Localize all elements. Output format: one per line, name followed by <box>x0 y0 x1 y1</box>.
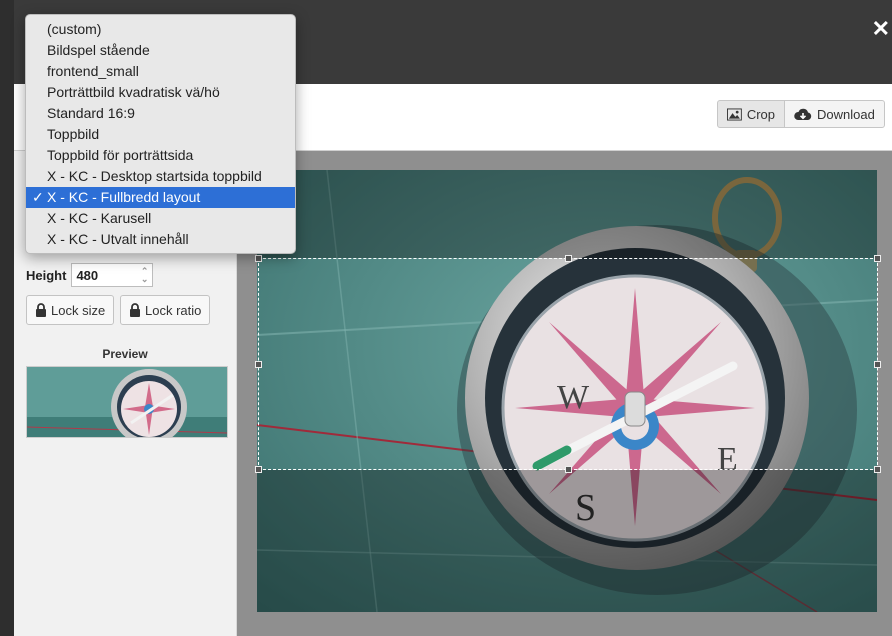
preset-option[interactable]: X - KC - Desktop startsida toppbild <box>26 166 295 187</box>
crop-mask-top <box>257 170 877 258</box>
option-label: X - KC - Karusell <box>47 210 152 226</box>
crop-handle-sw[interactable] <box>255 466 262 473</box>
height-input[interactable]: 480 ⌃ ⌄ <box>71 263 154 287</box>
cloud-download-icon <box>794 108 812 120</box>
height-value: 480 <box>76 267 99 283</box>
lock-ratio-label: Lock ratio <box>145 302 202 318</box>
preset-option[interactable]: Standard 16:9 <box>26 103 295 124</box>
image-icon <box>727 107 742 121</box>
download-label: Download <box>817 106 875 122</box>
option-label: X - KC - Desktop startsida toppbild <box>47 168 262 184</box>
preset-option[interactable]: (custom) <box>26 19 295 40</box>
option-label: X - KC - Fullbredd layout <box>47 189 201 205</box>
preset-option[interactable]: X - KC - Karusell <box>26 208 295 229</box>
lock-size-label: Lock size <box>51 302 106 318</box>
preset-option-selected[interactable]: ✓ X - KC - Fullbredd layout <box>26 187 295 208</box>
crop-selection[interactable] <box>255 255 881 473</box>
height-row: Height 480 ⌃ ⌄ <box>26 263 154 287</box>
preview-image <box>26 366 228 438</box>
option-label: Standard 16:9 <box>47 105 135 121</box>
preset-option[interactable]: Toppbild för porträttsida <box>26 145 295 166</box>
option-label: Porträttbild kvadratisk vä/hö <box>47 84 220 100</box>
crop-handle-w[interactable] <box>255 361 262 368</box>
lock-ratio-button[interactable]: Lock ratio <box>120 295 211 325</box>
crop-handle-n[interactable] <box>565 255 572 262</box>
crop-handle-s[interactable] <box>565 466 572 473</box>
check-icon: ✓ <box>32 189 44 205</box>
download-button[interactable]: Download <box>784 100 885 128</box>
option-label: (custom) <box>47 21 102 37</box>
preset-dropdown-menu[interactable]: (custom) Bildspel stående frontend_small… <box>25 14 296 254</box>
lock-size-button[interactable]: Lock size <box>26 295 115 325</box>
lock-icon <box>130 303 140 317</box>
crop-handle-ne[interactable] <box>874 255 881 262</box>
preset-option[interactable]: X - KC - Utvalt innehåll <box>26 229 295 250</box>
crop-handle-se[interactable] <box>874 466 881 473</box>
option-label: X - KC - Utvalt innehåll <box>47 231 189 247</box>
preset-option[interactable]: Toppbild <box>26 124 295 145</box>
option-label: Toppbild för porträttsida <box>47 147 194 163</box>
lock-icon <box>36 303 46 317</box>
crop-handle-nw[interactable] <box>255 255 262 262</box>
close-icon[interactable]: ✕ <box>872 18 890 40</box>
crop-handle-e[interactable] <box>874 361 881 368</box>
preview-title: Preview <box>102 347 148 361</box>
preset-option[interactable]: Porträttbild kvadratisk vä/hö <box>26 82 295 103</box>
option-label: frontend_small <box>47 63 139 79</box>
option-label: Bildspel stående <box>47 42 150 58</box>
stepper-icon[interactable]: ⌃ ⌄ <box>141 267 149 284</box>
crop-mask-bottom <box>257 470 877 612</box>
height-label: Height <box>26 267 67 283</box>
preset-option[interactable]: frontend_small <box>26 61 295 82</box>
preset-option[interactable]: Bildspel stående <box>26 40 295 61</box>
option-label: Toppbild <box>47 126 100 142</box>
crop-label: Crop <box>746 106 775 122</box>
crop-button[interactable]: Crop <box>717 100 785 128</box>
backdrop-edge <box>0 0 14 636</box>
